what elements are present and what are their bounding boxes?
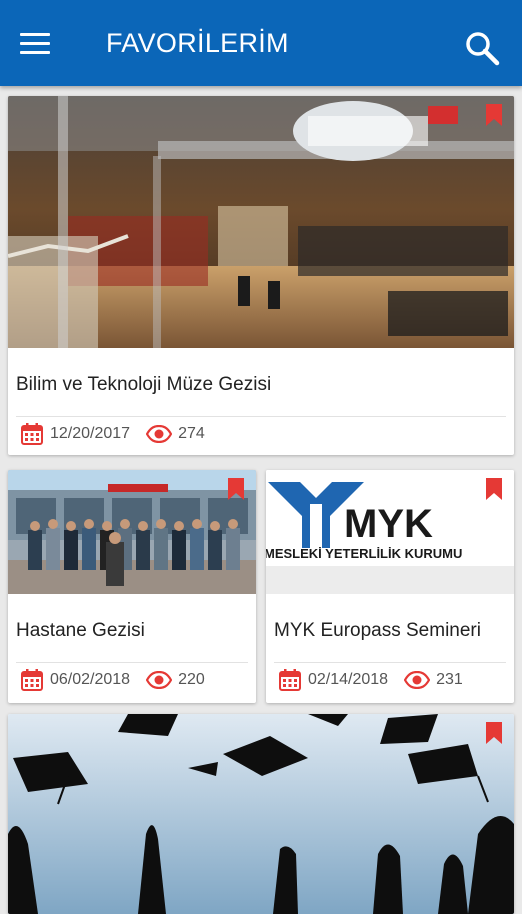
card-date: 06/02/2018 <box>50 671 131 688</box>
bookmark-icon[interactable] <box>228 478 244 500</box>
card-date: 02/14/2018 <box>308 671 389 688</box>
card-image <box>8 470 256 594</box>
news-card[interactable]: Hastane Gezisi 06/02/2018 220 <box>8 470 256 703</box>
eye-icon <box>404 671 431 689</box>
eye-icon <box>146 425 173 443</box>
app-bar: FAVORİLERİM <box>0 0 522 86</box>
card-divider <box>16 662 248 663</box>
card-title: Bilim ve Teknoloji Müze Gezisi <box>16 374 272 395</box>
card-views: 274 <box>178 425 205 442</box>
card-divider <box>16 416 506 417</box>
myk-logo-text: MYK <box>344 502 433 546</box>
card-meta: 12/20/2017 274 <box>20 422 205 446</box>
page-title: FAVORİLERİM <box>106 28 289 58</box>
bookmark-icon[interactable] <box>486 478 502 500</box>
bookmark-icon[interactable] <box>486 722 502 744</box>
search-icon[interactable] <box>464 30 500 66</box>
card-date: 12/20/2017 <box>50 425 131 442</box>
card-views: 220 <box>178 671 205 688</box>
news-card[interactable]: MYK MESLEKİ YETERLİLİK KURUMU MYK Europa… <box>266 470 514 703</box>
menu-icon[interactable] <box>20 33 50 55</box>
calendar-icon <box>21 669 43 691</box>
eye-icon <box>146 671 173 689</box>
calendar-icon <box>279 669 301 691</box>
card-views: 231 <box>436 671 463 688</box>
bookmark-icon[interactable] <box>486 104 502 126</box>
card-meta: 02/14/2018 231 <box>278 668 463 692</box>
calendar-icon <box>21 423 43 445</box>
card-image <box>8 96 514 348</box>
card-image <box>8 714 514 914</box>
card-meta: 06/02/2018 220 <box>20 668 205 692</box>
card-title: MYK Europass Semineri <box>274 620 481 641</box>
card-title: Hastane Gezisi <box>16 620 145 641</box>
card-image: MYK MESLEKİ YETERLİLİK KURUMU <box>266 470 514 594</box>
myk-logo-subtext: MESLEKİ YETERLİLİK KURUMU <box>266 546 462 561</box>
card-divider <box>274 662 506 663</box>
news-card[interactable] <box>8 714 514 914</box>
news-card[interactable]: Bilim ve Teknoloji Müze Gezisi 12/20/201… <box>8 96 514 455</box>
